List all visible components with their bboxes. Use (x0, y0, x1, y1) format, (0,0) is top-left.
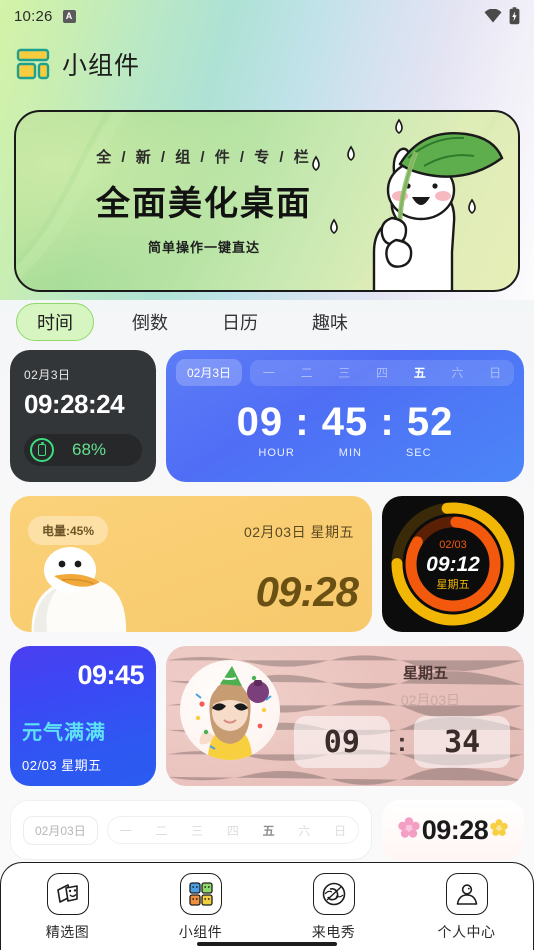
weekday-tue: 二 (300, 366, 313, 380)
label-min: MIN (338, 447, 362, 459)
duck-clock-date: 02月03日 星期五 (243, 524, 354, 540)
status-bar-indicators (484, 7, 520, 25)
white-clock-date-badge: 02月03日 (23, 815, 98, 845)
weekday-fri: 五 (262, 823, 275, 838)
ring-clock-time: 09:12 (426, 553, 480, 576)
gradient-clock-time: 09:45 (77, 660, 144, 690)
home-indicator (197, 942, 337, 946)
battery-icon (509, 7, 520, 25)
weekday-thu: 四 (375, 366, 388, 380)
blue-clock-header: 02月3日 一 二 三 四 五 六 日 (176, 359, 514, 386)
weekday-wed: 三 (338, 366, 351, 380)
gradient-clock-date: 02/03 星期五 (22, 758, 102, 773)
widget-grid: 02月3日 09:28:24 68% 02月3日 一 二 三 四 五 六 日 0… (10, 350, 524, 860)
tab-calendar[interactable]: 日历 (206, 303, 274, 341)
app-header: 小组件 (0, 38, 534, 90)
blue-clock-sep-1: : (295, 400, 310, 444)
widget-flower-clock[interactable]: 09:28 (382, 800, 524, 860)
pink-clock-min: 34 (414, 716, 511, 768)
dark-clock-time: 09:28:24 (24, 389, 125, 419)
nav-item-profile[interactable]: 个人中心 (411, 873, 523, 942)
pink-clock-hour: 09 (294, 716, 390, 768)
weekday-tue: 二 (155, 823, 168, 838)
status-bar: 10:26 A (0, 0, 534, 32)
weekday-mon: 一 (262, 366, 275, 380)
duck-clock-time: 09:28 (255, 568, 359, 615)
widget-duck-clock[interactable]: 电量:45% 02月03日 星期五 09:28 (10, 496, 372, 632)
yellow-flower-icon (490, 818, 509, 842)
widget-pink-flip-clock[interactable]: 星期五 02月03日 09 : 34 (166, 646, 524, 786)
pink-flower-icon (398, 816, 420, 844)
nav-item-featured[interactable]: 精选图 (12, 873, 124, 942)
widget-dark-clock[interactable]: 02月3日 09:28:24 68% (10, 350, 156, 482)
widget-grid-icon (16, 48, 50, 80)
ring-clock-weekday: 星期五 (437, 578, 470, 591)
person-icon (445, 873, 488, 915)
blue-clock-date-badge: 02月3日 (176, 359, 243, 386)
rabbit-with-leaf-umbrella-icon (312, 118, 504, 290)
widget-grid-icon (179, 873, 222, 915)
ring-clock-dial: 02/03 09:12 星期五 (391, 502, 515, 626)
weekday-sun: 日 (334, 823, 347, 838)
avatar (180, 660, 280, 760)
label-sec: SEC (405, 447, 432, 459)
ring-clock-date: 02/03 (439, 539, 467, 551)
promo-banner[interactable]: 全 / 新 / 组 / 件 / 专 / 栏 全面美化桌面 简单操作一键直达 (14, 110, 520, 292)
blue-clock-hour: 09 (236, 400, 284, 444)
dark-clock-date: 02月3日 (24, 368, 71, 382)
category-tabs: 时间 倒数 日历 趣味 (16, 303, 364, 341)
page-title: 小组件 (62, 52, 141, 80)
weekday-sat: 六 (451, 366, 464, 380)
battery-icon (30, 438, 54, 462)
blue-clock-time: 09 : 45 : 52 (176, 400, 514, 445)
tab-fun[interactable]: 趣味 (296, 303, 364, 341)
tab-time[interactable]: 时间 (16, 303, 94, 341)
weekday-sat: 六 (298, 823, 311, 838)
weekday-mon: 一 (119, 823, 132, 838)
widget-white-week-clock[interactable]: 02月03日 一 二 三 四 五 六 日 (10, 800, 372, 860)
widget-gradient-clock[interactable]: 09:45 元气满满 02/03 星期五 (10, 646, 156, 786)
pink-clock-flip-group: 09 : 34 (294, 716, 511, 768)
widget-row-3: 09:45 元气满满 02/03 星期五 星期五 02月03日 09: 34 (10, 646, 524, 786)
party-girl-avatar-icon (195, 666, 272, 760)
nav-label-featured: 精选图 (45, 924, 90, 940)
pink-clock-weekday: 星期五 (402, 665, 448, 682)
blue-clock-weekday-strip: 一 二 三 四 五 六 日 (250, 359, 514, 386)
widget-row-4: 02月03日 一 二 三 四 五 六 日 09:28 (10, 800, 524, 860)
widget-row-1: 02月3日 09:28:24 68% 02月3日 一 二 三 四 五 六 日 0… (10, 350, 524, 482)
blue-clock-sec: 52 (406, 400, 454, 444)
weekday-thu: 四 (226, 823, 239, 838)
widget-blue-clock[interactable]: 02月3日 一 二 三 四 五 六 日 09 : 45 : 52 HOUR MI… (166, 350, 524, 482)
weekday-fri: 五 (413, 366, 426, 380)
flower-clock-time: 09:28 (421, 814, 489, 845)
app-root: 10:26 A 小组件 全 / 新 / 组 / 件 / 专 / 栏 全面美化桌面… (0, 0, 534, 950)
white-clock-weekday-strip: 一 二 三 四 五 六 日 (106, 816, 359, 844)
status-bar-time: 10:26 (14, 7, 53, 25)
pink-clock-separator: : (397, 726, 407, 757)
weekday-sun: 日 (489, 366, 502, 380)
nav-item-widgets[interactable]: 小组件 (145, 873, 257, 942)
blue-clock-unit-labels: HOUR MIN SEC (176, 447, 514, 459)
widget-row-2: 电量:45% 02月03日 星期五 09:28 02/03 09:12 星期五 (10, 496, 524, 632)
gradient-clock-slogan: 元气满满 (22, 722, 106, 744)
blue-clock-min: 45 (321, 400, 369, 444)
weekday-wed: 三 (191, 823, 204, 838)
dark-clock-battery-percent: 68% (72, 440, 107, 459)
nav-label-profile: 个人中心 (437, 924, 496, 940)
call-show-icon (312, 873, 355, 915)
widget-ring-clock[interactable]: 02/03 09:12 星期五 (382, 496, 524, 632)
white-duck-icon (31, 547, 127, 632)
bottom-navigation: 精选图 小组件 来电秀 个人中心 (0, 862, 534, 950)
masks-icon (46, 873, 89, 915)
nav-item-call-show[interactable]: 来电秀 (278, 873, 390, 942)
tab-countdown[interactable]: 倒数 (116, 303, 184, 341)
nav-label-call-show: 来电秀 (311, 924, 356, 940)
wifi-icon (484, 9, 502, 23)
nav-label-widgets: 小组件 (178, 924, 223, 940)
label-hour: HOUR (258, 447, 295, 459)
pink-clock-date: 02月03日 (400, 692, 460, 708)
status-bar-app-badge-icon: A (62, 9, 76, 23)
dark-clock-battery-pill: 68% (24, 434, 142, 466)
blue-clock-sep-2: : (380, 400, 395, 444)
